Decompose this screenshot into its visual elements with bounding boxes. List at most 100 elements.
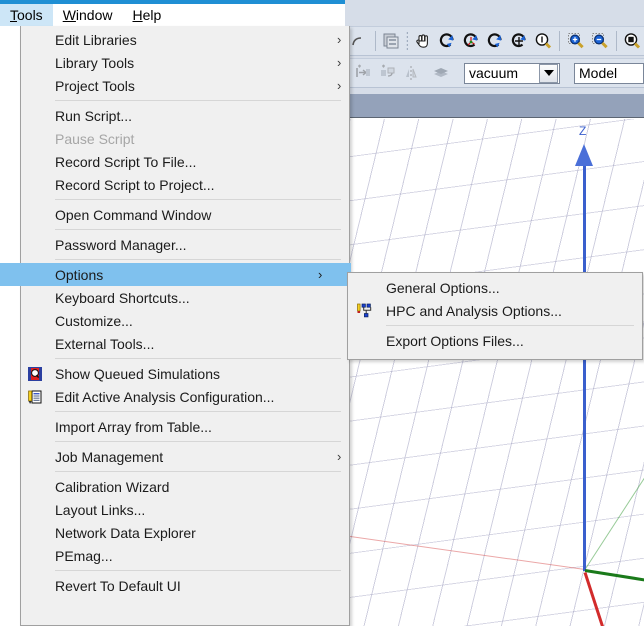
menu-item-revert-to-default-ui[interactable]: Revert To Default UI [21, 574, 349, 597]
menu-item-label: Record Script To File... [55, 153, 197, 170]
menu-item-label: Open Command Window [55, 206, 212, 223]
tools-dropdown-menu: Edit Libraries › Library Tools › Project… [0, 26, 351, 626]
menu-bar: Tools Window Help [0, 4, 345, 26]
undo-arc-icon[interactable] [347, 29, 371, 53]
solution-combo[interactable]: Model [574, 62, 644, 84]
material-combo[interactable]: vacuum [464, 62, 560, 84]
menu-item-label: Edit Active Analysis Configuration... [55, 388, 275, 405]
menu-item-library-tools[interactable]: Library Tools › [21, 51, 349, 74]
menubar-tools-rest: ools [17, 7, 43, 23]
menu-separator [386, 325, 634, 326]
solution-combo-value: Model [579, 65, 618, 81]
menu-item-label: Layout Links... [55, 501, 146, 518]
material-combo-arrow[interactable] [539, 63, 558, 83]
add-boundary-icon[interactable] [351, 61, 375, 85]
menu-item-options[interactable]: Options › [0, 263, 351, 286]
menu-item-label: Options [55, 266, 104, 283]
menubar-tools-mnemonic: T [10, 7, 17, 23]
options-submenu: General Options... HPC and Analysis Opti… [347, 272, 643, 360]
menu-item-label: General Options... [386, 279, 500, 296]
menu-item-label: Run Script... [55, 107, 133, 124]
menu-item-label: Library Tools [55, 54, 135, 71]
menu-separator [55, 259, 341, 260]
menu-item-label: Network Data Explorer [55, 524, 196, 541]
menu-item-label: Keyboard Shortcuts... [55, 289, 190, 306]
menu-separator [55, 411, 341, 412]
hpc-cluster-icon [357, 303, 373, 319]
zoom-point-icon[interactable] [531, 29, 555, 53]
submenu-item-export-options-files[interactable]: Export Options Files... [348, 329, 642, 352]
menubar-item-tools[interactable]: Tools [0, 4, 53, 26]
chevron-down-icon [543, 70, 554, 76]
menu-separator [55, 199, 341, 200]
menubar-item-help[interactable]: Help [123, 4, 172, 26]
menu-item-job-management[interactable]: Job Management › [21, 445, 349, 468]
menu-item-label: PEmag... [55, 547, 113, 564]
menu-item-edit-active-analysis-configuration[interactable]: Edit Active Analysis Configuration... [21, 385, 349, 408]
zoom-out-icon[interactable] [588, 29, 612, 53]
menu-item-project-tools[interactable]: Project Tools › [21, 74, 349, 97]
menu-separator [55, 100, 341, 101]
copy-report-icon[interactable] [379, 29, 403, 53]
menu-item-label: Password Manager... [55, 236, 187, 253]
menu-item-pause-script: Pause Script [21, 127, 349, 150]
add-excitation-icon[interactable] [375, 61, 399, 85]
submenu-item-hpc-and-analysis-options[interactable]: HPC and Analysis Options... [348, 299, 642, 322]
toolbar-view [345, 26, 644, 56]
menu-item-label: HPC and Analysis Options... [386, 302, 562, 319]
rotate-vertical-icon[interactable] [507, 29, 531, 53]
layers-icon[interactable] [429, 61, 453, 85]
menu-item-show-queued-simulations[interactable]: Show Queued Simulations [21, 362, 349, 385]
rotate-icon[interactable] [435, 29, 459, 53]
menu-item-layout-links[interactable]: Layout Links... [21, 498, 349, 521]
toolbar-model: vacuum Model [345, 58, 644, 88]
mirror-icon[interactable] [399, 61, 423, 85]
queue-icon [27, 366, 43, 382]
menu-item-network-data-explorer[interactable]: Network Data Explorer [21, 521, 349, 544]
zoom-in-icon[interactable] [564, 29, 588, 53]
menu-item-open-command-window[interactable]: Open Command Window [21, 203, 349, 226]
viewport-canvas[interactable]: Z [346, 119, 644, 626]
z-axis-arrowhead-icon [575, 144, 593, 166]
menu-item-label: Revert To Default UI [55, 577, 181, 594]
menubar-window-mnemonic: W [62, 7, 76, 23]
menu-item-import-array-from-table[interactable]: Import Array from Table... [21, 415, 349, 438]
menu-item-edit-libraries[interactable]: Edit Libraries › [21, 28, 349, 51]
menu-item-label: External Tools... [55, 335, 155, 352]
toolbar-region: vacuum Model [345, 0, 644, 94]
menu-item-pemag[interactable]: PEmag... [21, 544, 349, 567]
menu-item-run-script[interactable]: Run Script... [21, 104, 349, 127]
menu-separator [55, 570, 341, 571]
menu-separator [55, 358, 341, 359]
pan-hand-icon[interactable] [411, 29, 435, 53]
zoom-fit-icon[interactable] [620, 29, 644, 53]
menu-item-calibration-wizard[interactable]: Calibration Wizard [21, 475, 349, 498]
z-axis-label: Z [579, 124, 587, 138]
menu-item-label: Import Array from Table... [55, 418, 212, 435]
menubar-help-mnemonic: H [132, 7, 143, 23]
menu-item-record-script-to-file[interactable]: Record Script To File... [21, 150, 349, 173]
menu-item-label: Job Management [55, 448, 164, 465]
menu-item-keyboard-shortcuts[interactable]: Keyboard Shortcuts... [21, 286, 349, 309]
rotate-free-icon[interactable] [483, 29, 507, 53]
menu-item-label: Export Options Files... [386, 332, 524, 349]
material-combo-value: vacuum [469, 65, 519, 81]
menubar-window-rest: indow [75, 7, 113, 23]
menu-item-label: Record Script to Project... [55, 176, 215, 193]
z-axis-line [583, 161, 586, 571]
toolbar-grip[interactable] [405, 31, 409, 51]
menu-item-label: Pause Script [55, 130, 135, 147]
model-viewport[interactable]: Z [345, 94, 644, 626]
application-window: Tools Window Help vacuum Model Z Edit Li… [0, 0, 644, 626]
viewport-header-bar [346, 94, 644, 118]
menu-item-password-manager[interactable]: Password Manager... [21, 233, 349, 256]
menu-item-label: Customize... [55, 312, 133, 329]
menubar-item-window[interactable]: Window [53, 4, 123, 26]
menu-separator [55, 441, 341, 442]
submenu-item-general-options[interactable]: General Options... [348, 276, 642, 299]
menu-item-external-tools[interactable]: External Tools... [21, 332, 349, 355]
menu-item-customize[interactable]: Customize... [21, 309, 349, 332]
rotate-axis-icon[interactable] [459, 29, 483, 53]
viewport-grid [346, 119, 644, 626]
menu-item-record-script-to-project[interactable]: Record Script to Project... [21, 173, 349, 196]
